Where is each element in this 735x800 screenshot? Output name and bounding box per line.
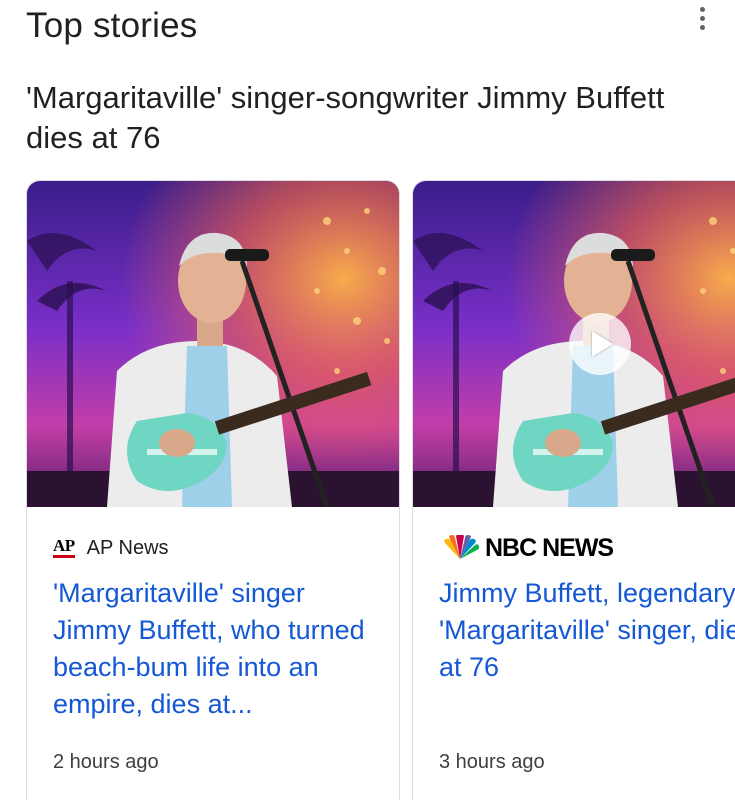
play-icon [592, 331, 613, 357]
source-name: NBC NEWS [485, 533, 614, 562]
story-headline[interactable]: 'Margaritaville' singer-songwriter Jimmy… [26, 78, 706, 158]
top-stories-page: Top stories 'Margaritaville' singer-song… [0, 0, 735, 800]
story-card-ap[interactable]: AP AP News 'Margaritaville' singer Jimmy… [26, 180, 400, 800]
more-options-icon[interactable] [690, 4, 714, 32]
story-thumbnail[interactable] [27, 181, 399, 507]
source-name: AP News [86, 536, 169, 559]
ap-logo: AP [53, 537, 75, 558]
story-card-nbc[interactable]: NBC NEWS Jimmy Buffett, legendary 'Marga… [412, 180, 735, 800]
section-title: Top stories [26, 6, 198, 45]
story-timestamp: 3 hours ago [439, 751, 545, 773]
play-video-button[interactable] [569, 313, 631, 375]
story-card-title[interactable]: Jimmy Buffett, legendary 'Margaritaville… [439, 575, 735, 686]
source-row: AP AP News [53, 533, 169, 563]
story-cards-carousel[interactable]: AP AP News 'Margaritaville' singer Jimmy… [26, 180, 735, 800]
story-card-title[interactable]: 'Margaritaville' singer Jimmy Buffett, w… [53, 575, 378, 723]
story-thumbnail[interactable] [413, 181, 735, 507]
story-timestamp: 2 hours ago [53, 751, 159, 773]
nbc-peacock-icon [444, 535, 480, 559]
source-row: NBC NEWS [439, 533, 614, 563]
